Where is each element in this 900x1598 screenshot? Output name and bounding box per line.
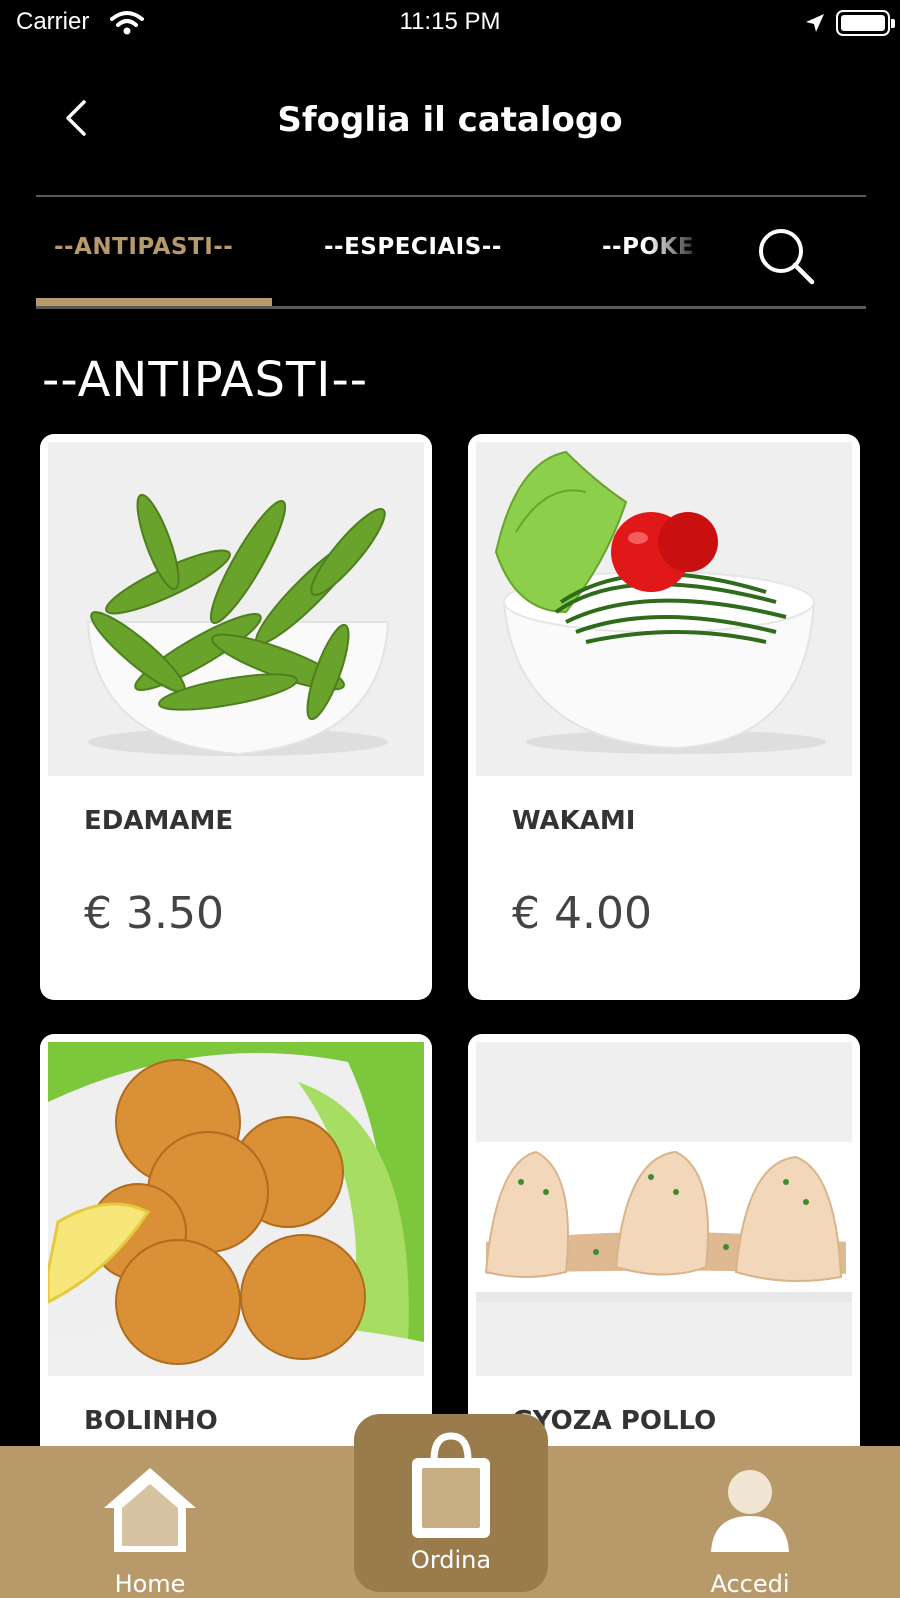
tab-especiais[interactable]: --ESPECIAIS-- xyxy=(324,234,502,260)
product-name: BOLINHO xyxy=(84,1406,218,1436)
nav-header: Sfoglia il catalogo xyxy=(0,80,900,160)
tabs-underline xyxy=(36,306,866,309)
section-title: --ANTIPASTI-- xyxy=(42,352,369,408)
product-image-wakami xyxy=(476,442,852,776)
product-image-bolinho xyxy=(48,1042,424,1376)
product-image-gyoza xyxy=(476,1042,852,1376)
product-name: EDAMAME xyxy=(84,806,234,836)
search-icon[interactable] xyxy=(754,224,820,290)
location-arrow-icon xyxy=(806,14,824,32)
tab-account-label: Accedi xyxy=(710,1570,790,1598)
shopping-bag-icon xyxy=(412,1432,490,1538)
home-icon xyxy=(104,1468,196,1552)
status-bar: Carrier 11:15 PM xyxy=(0,0,900,48)
product-price: € 4.00 xyxy=(512,888,652,939)
active-tab-indicator xyxy=(36,298,272,306)
header-divider xyxy=(36,195,866,197)
order-button[interactable]: Ordina xyxy=(354,1414,548,1592)
page-title: Sfoglia il catalogo xyxy=(277,100,623,140)
order-button-label: Ordina xyxy=(410,1546,492,1574)
tab-home-label: Home xyxy=(114,1570,186,1598)
tab-antipasti[interactable]: --ANTIPASTI-- xyxy=(54,234,233,260)
product-name: WAKAMI xyxy=(512,806,636,836)
product-image-edamame xyxy=(48,442,424,776)
user-icon xyxy=(711,1470,789,1552)
product-price: € 3.50 xyxy=(84,888,224,939)
product-card-edamame[interactable]: EDAMAME € 3.50 xyxy=(40,434,432,1000)
product-card-wakami[interactable]: WAKAMI € 4.00 xyxy=(468,434,860,1000)
category-tabs: --ANTIPASTI-- --ESPECIAIS-- --POKE xyxy=(36,210,866,310)
battery-icon xyxy=(836,10,895,36)
clock: 11:15 PM xyxy=(399,8,501,35)
tab-poke[interactable]: --POKE xyxy=(602,234,712,260)
